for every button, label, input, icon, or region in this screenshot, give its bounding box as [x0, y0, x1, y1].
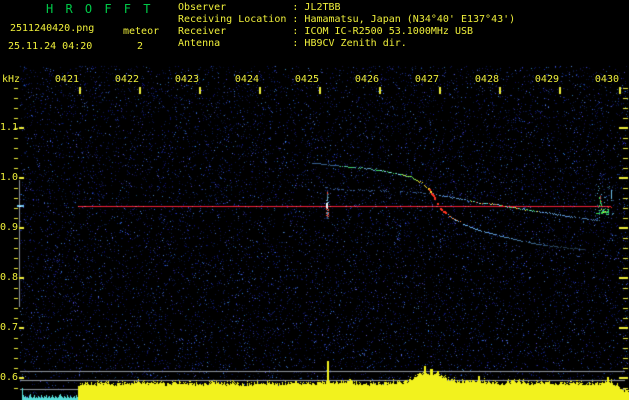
freq-tick-label: 0.8	[0, 272, 19, 283]
time-tick-label: 0424	[234, 74, 259, 85]
freq-tick-label: 0.6	[0, 372, 19, 383]
time-tick-label: 0426	[354, 74, 379, 85]
time-tick-label: 0429	[534, 74, 559, 85]
observation-datetime: 25.11.24 04:20	[8, 41, 93, 52]
app-title: H R O F F T	[46, 2, 153, 16]
time-tick-label: 0423	[174, 74, 199, 85]
time-tick-label: 0427	[414, 74, 439, 85]
time-tick-label: 0425	[294, 74, 319, 85]
freq-tick-label: 0.9	[0, 222, 19, 233]
station-info-receiver: Receiver : ICOM IC-R2500 53.1000MHz USB	[178, 26, 474, 37]
freq-axis-unit: kHz	[2, 74, 21, 85]
output-filename: 2511240420.png	[10, 23, 95, 34]
freq-tick-label: 1.0	[0, 172, 19, 183]
station-info-observer: Observer : JL2TBB	[178, 2, 341, 13]
time-tick-label: 0428	[474, 74, 499, 85]
meteor-count-value: 2	[137, 41, 144, 52]
station-info-receiving-location: Receiving Location : Hamamatsu, Japan (N…	[178, 14, 516, 25]
freq-tick-label: 1.1	[0, 122, 19, 133]
station-info-antenna: Antenna : HB9CV Zenith dir.	[178, 38, 407, 49]
meteor-count-label: meteor	[123, 26, 160, 37]
time-tick-label: 0430	[594, 74, 619, 85]
freq-tick-label: 0.7	[0, 322, 19, 333]
spectrogram-canvas	[0, 0, 629, 400]
time-tick-label: 0421	[54, 74, 79, 85]
station-info: Observer : JL2TBB Receiving Location : Ha…	[178, 2, 515, 50]
hrofft-output: H R O F F T 2511240420.png meteor 25.11.…	[0, 0, 629, 400]
time-tick-label: 0422	[114, 74, 139, 85]
